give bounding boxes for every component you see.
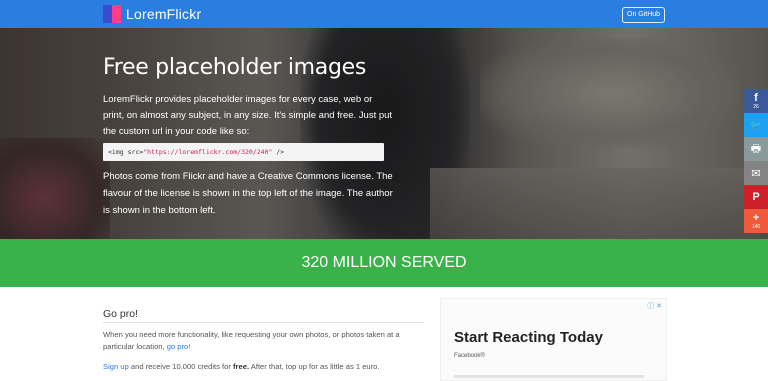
ad-choices-icon[interactable]: ⓘ ✕ — [647, 301, 662, 311]
signup-description: Sign up and receive 10.000 credits for f… — [103, 361, 428, 373]
code-suffix: /> — [272, 148, 285, 156]
more-share-button[interactable]: + 140 — [744, 209, 768, 233]
served-count: 320 MILLION SERVED — [301, 254, 467, 271]
brand-logo[interactable]: LoremFlickr — [103, 5, 201, 23]
gopro-description-text: When you need more functionality, like r… — [103, 330, 400, 351]
ad-text-placeholder — [454, 375, 644, 378]
free-emphasis: free. — [233, 362, 250, 371]
more-share-count: 140 — [751, 224, 761, 230]
twitter-share-button[interactable]: 🐦 — [744, 113, 768, 137]
code-url: "https://loremflickr.com/320/240" — [143, 148, 273, 156]
brand-name: LoremFlickr — [126, 6, 202, 22]
print-icon: 🖶 — [750, 142, 762, 155]
print-button[interactable]: 🖶 — [744, 137, 768, 161]
twitter-icon: 🐦 — [750, 119, 762, 130]
plus-icon: + — [752, 212, 760, 224]
signup-text-a: and receive 10.000 credits for — [128, 362, 234, 371]
github-button[interactable]: On GitHub — [622, 7, 666, 23]
advertisement[interactable]: ⓘ ✕ Start Reacting Today Facebook® — [440, 298, 667, 381]
facebook-share-count: 26 — [753, 104, 759, 110]
signup-text-b: After that, top up for as little as 1 eu… — [249, 362, 380, 371]
facebook-icon: f — [754, 92, 758, 104]
ad-advertiser: Facebook® — [454, 353, 485, 359]
navbar: LoremFlickr On GitHub — [0, 0, 768, 28]
logo-icon — [103, 5, 121, 23]
pinterest-share-button[interactable]: P — [744, 185, 768, 209]
hero-intro: LoremFlickr provides placeholder images … — [103, 94, 393, 137]
email-icon: ✉ — [751, 167, 761, 180]
hero-section: Free placeholder images LoremFlickr prov… — [0, 28, 768, 239]
section-divider — [103, 322, 424, 323]
email-share-button[interactable]: ✉ — [744, 161, 768, 185]
stats-banner: 320 MILLION SERVED — [0, 239, 768, 287]
ad-title[interactable]: Start Reacting Today — [454, 329, 603, 346]
code-prefix: <img src= — [108, 148, 144, 156]
signup-link[interactable]: Sign up — [103, 362, 129, 371]
gopro-link[interactable]: go pro! — [167, 342, 191, 351]
share-sidebar: f 26 🐦 🖶 ✉ P + 140 — [744, 89, 768, 233]
gopro-heading: Go pro! — [103, 308, 139, 320]
facebook-share-button[interactable]: f 26 — [744, 89, 768, 113]
gopro-description: When you need more functionality, like r… — [103, 329, 428, 353]
hero-title: Free placeholder images — [103, 55, 367, 80]
code-example[interactable]: <img src="https://loremflickr.com/320/24… — [103, 143, 384, 161]
license-info: Photos come from Flickr and have a Creat… — [103, 171, 393, 216]
pinterest-icon: P — [752, 191, 760, 203]
